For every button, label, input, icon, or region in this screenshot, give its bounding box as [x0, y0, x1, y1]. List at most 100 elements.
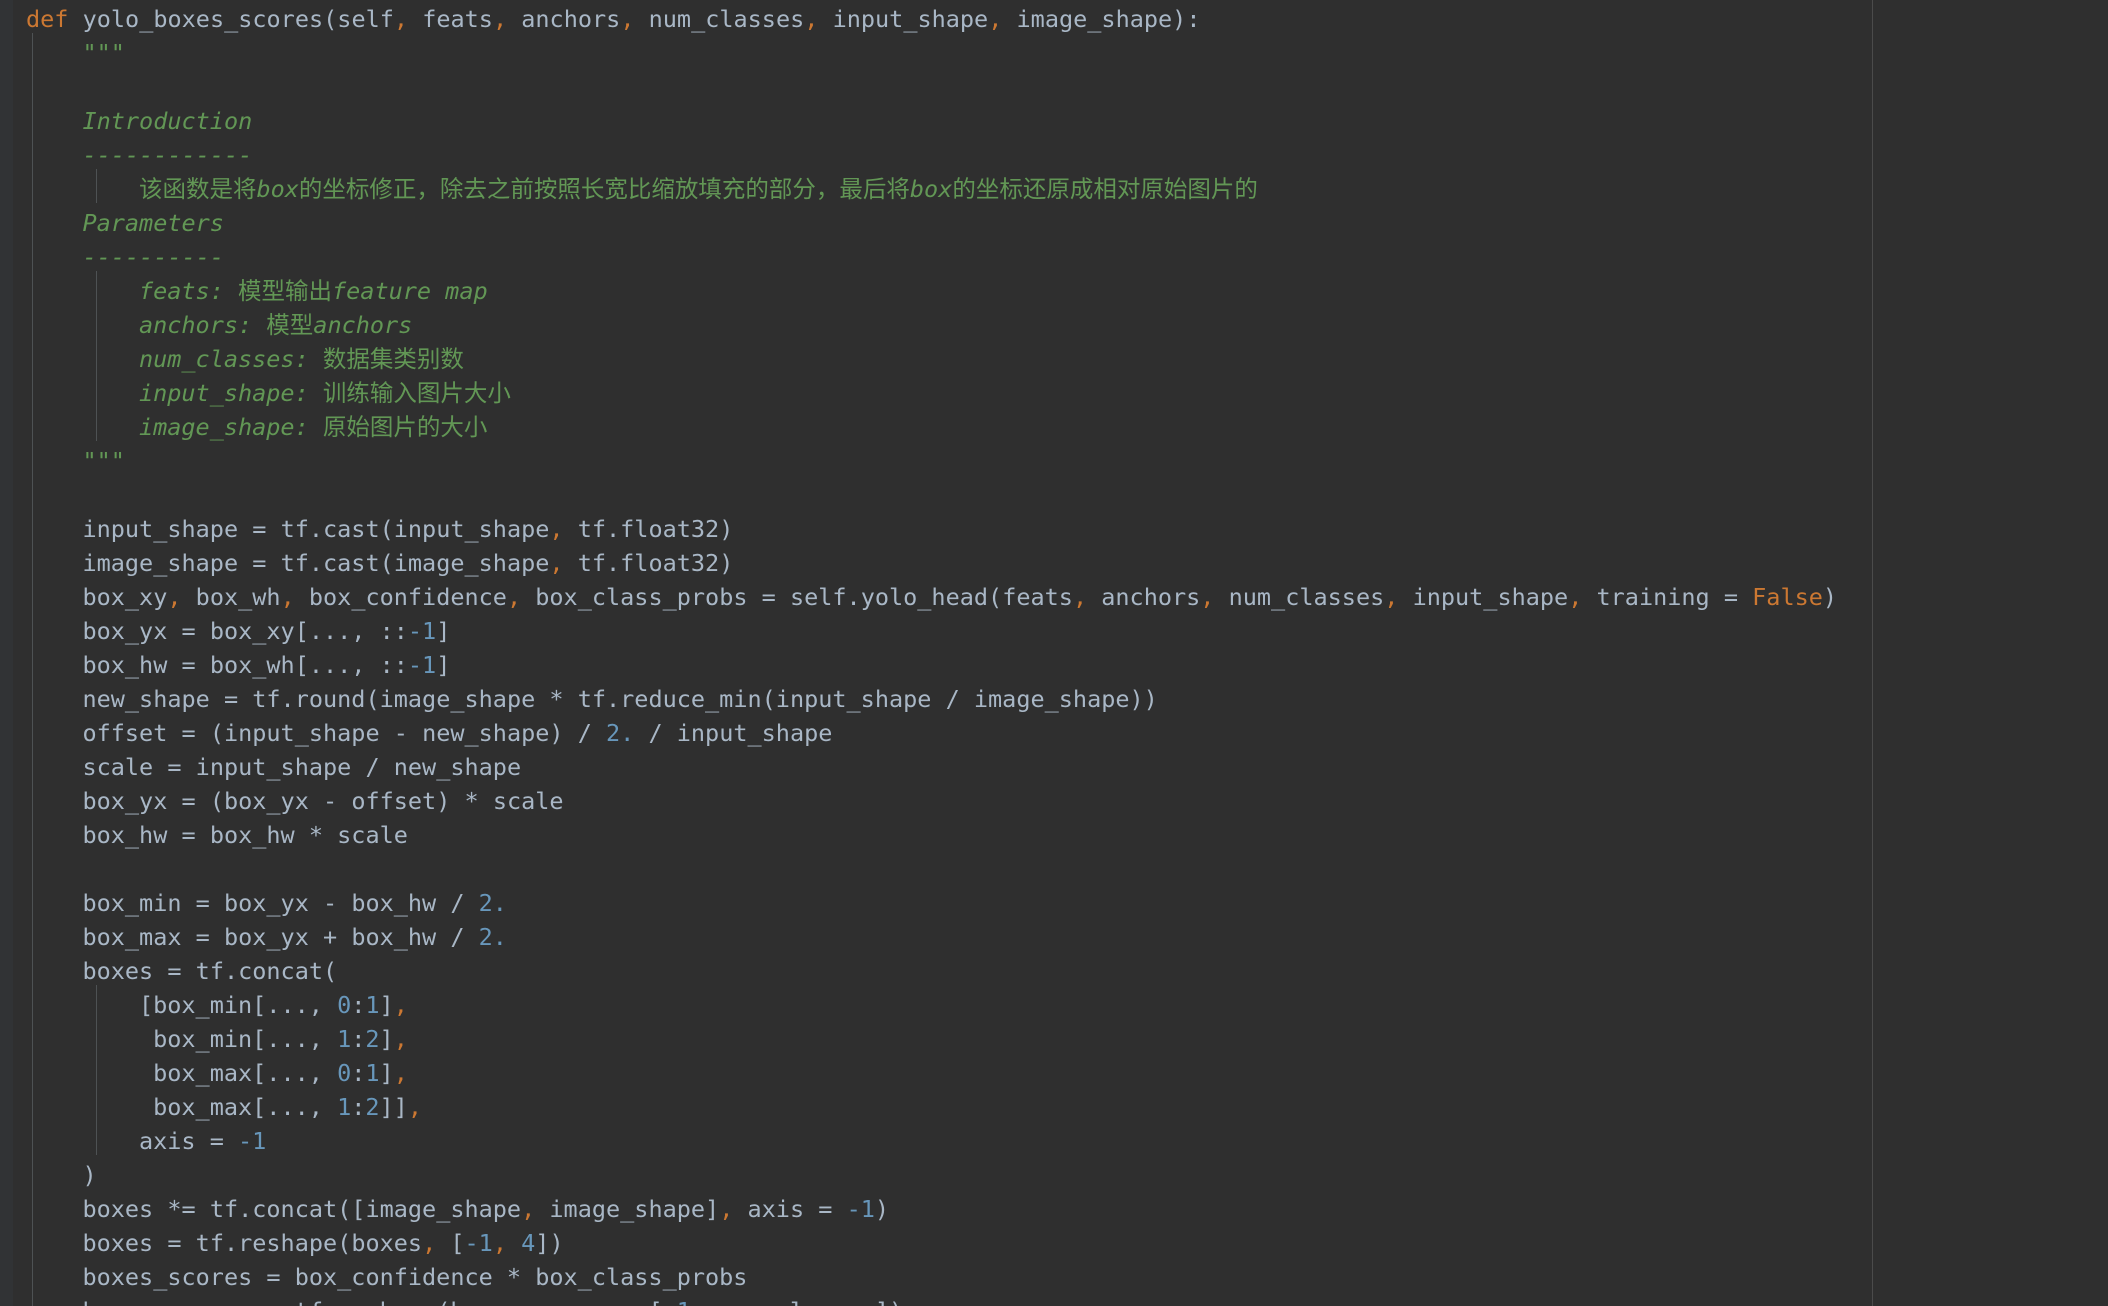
token-ident: box_hw [209, 821, 295, 849]
code-line[interactable]: box_max[..., 1:2]], [0, 1087, 1837, 1124]
code-line[interactable]: feats: 模型输出feature map [0, 271, 1837, 308]
code-line[interactable]: box_max = box_yx + box_hw / 2. [0, 917, 1837, 954]
indent-guide [32, 1291, 33, 1306]
token-ident: box_hw [82, 821, 168, 849]
token-ident: input_shape [1412, 583, 1569, 611]
code-line-text: box_max[..., 1:2]], [139, 1093, 422, 1121]
code-line-text: boxes = tf.reshape(boxes, [-1, 4]) [82, 1229, 563, 1257]
code-line[interactable]: box_min[..., 1:2], [0, 1019, 1837, 1056]
token-ident: box_yx [223, 923, 309, 951]
code-line[interactable]: box_max[..., 0:1], [0, 1053, 1837, 1090]
token-ident: box_max [153, 1059, 253, 1087]
code-line-text: boxes *= tf.concat([image_shape, image_s… [82, 1195, 889, 1223]
code-line[interactable]: boxes = tf.reshape(boxes, [-1, 4]) [0, 1223, 1837, 1260]
token-punct: ( [323, 957, 338, 985]
token-plain: = [167, 821, 210, 849]
code-line-text: box_max = box_yx + box_hw / 2. [82, 923, 506, 951]
token-ident: training [1596, 583, 1710, 611]
indent-guide [32, 33, 33, 67]
code-line[interactable]: Parameters [0, 203, 1837, 240]
token-ident: anchors [1101, 583, 1201, 611]
code-line[interactable] [0, 67, 1837, 104]
code-line[interactable]: offset = (input_shape - new_shape) / 2. … [0, 713, 1837, 750]
token-plain: = [252, 1263, 295, 1291]
token-comma: , [393, 5, 409, 33]
token-punct: )) [1129, 685, 1158, 713]
code-line[interactable]: box_xy, box_wh, box_confidence, box_clas… [0, 577, 1837, 614]
token-punct: [..., [252, 1093, 323, 1121]
code-line[interactable]: box_yx = (box_yx - offset) * scale [0, 781, 1837, 818]
code-line[interactable]: input_shape = tf.cast(input_shape, tf.fl… [0, 509, 1837, 546]
code-content[interactable]: def yolo_boxes_scores(self, feats, ancho… [0, 0, 1837, 1306]
code-line[interactable]: def yolo_boxes_scores(self, feats, ancho… [0, 2, 1837, 36]
indent-guide [32, 679, 33, 713]
token-doc: box [909, 175, 953, 203]
code-line[interactable]: num_classes: 数据集类别数 [0, 339, 1837, 376]
code-line-text: feats: 模型输出feature map [139, 277, 488, 305]
code-line[interactable]: boxes_scores = tf.reshape(boxes_scores, … [0, 1291, 1837, 1306]
code-line[interactable]: """ [0, 441, 1837, 478]
token-ident: box_yx [223, 787, 309, 815]
code-line[interactable]: ---------- [0, 237, 1837, 274]
token-comma: , [393, 1059, 408, 1087]
code-line[interactable]: ) [0, 1155, 1837, 1192]
indent-guide [32, 815, 33, 849]
code-line[interactable]: axis = -1 [0, 1121, 1837, 1158]
indent-guide [96, 1053, 97, 1087]
token-ident: tf.cast [280, 515, 380, 543]
token-comma: , [620, 1297, 634, 1306]
token-comma: , [719, 1195, 734, 1223]
indent-guide [32, 135, 33, 169]
token-ident: box_confidence [294, 1263, 493, 1291]
token-ident: box_yx [223, 889, 309, 917]
code-line[interactable]: Introduction [0, 101, 1837, 138]
code-line[interactable]: scale = input_shape / new_shape [0, 747, 1837, 784]
code-line[interactable]: image_shape: 原始图片的大小 [0, 407, 1837, 444]
token-ident: box_max [82, 923, 182, 951]
token-punct: [..., [294, 651, 366, 679]
code-line[interactable]: boxes_scores = box_confidence * box_clas… [0, 1257, 1837, 1294]
token-ident: feats [1002, 583, 1073, 611]
token-punct: : [351, 991, 366, 1019]
token-punct: :: [379, 617, 408, 645]
code-line[interactable] [0, 475, 1837, 512]
token-ident: image_shape [1016, 5, 1173, 33]
token-punct: ( [379, 515, 394, 543]
code-line[interactable]: [box_min[..., 0:1], [0, 985, 1837, 1022]
token-ident: tf.reshape [195, 1229, 338, 1257]
code-line[interactable]: box_min = box_yx - box_hw / 2. [0, 883, 1837, 920]
token-ident: image_shape [393, 549, 550, 577]
token-plain: = [1709, 583, 1753, 611]
code-editor[interactable]: def yolo_boxes_scores(self, feats, ancho… [0, 0, 2108, 1306]
code-line[interactable]: box_hw = box_wh[..., ::-1] [0, 645, 1837, 682]
code-line[interactable]: boxes *= tf.concat([image_shape, image_s… [0, 1189, 1837, 1226]
code-line[interactable]: 该函数是将box的坐标修正，除去之前按照长宽比缩放填充的部分，最后将box的坐标… [0, 169, 1837, 206]
token-cn: 的坐标还原成相对原始图片的 [952, 175, 1258, 203]
token-punct: ) [549, 719, 564, 747]
code-line[interactable]: boxes = tf.concat( [0, 951, 1837, 988]
token-punct: ] [436, 617, 451, 645]
token-ident: offset [351, 787, 437, 815]
code-line[interactable]: input_shape: 训练输入图片大小 [0, 373, 1837, 410]
code-line[interactable]: box_yx = box_xy[..., ::-1] [0, 611, 1837, 648]
token-comma: , [549, 549, 564, 577]
token-doc: feature map [332, 277, 488, 305]
token-cn: 模型输出 [238, 277, 332, 305]
code-line[interactable]: ------------ [0, 135, 1837, 172]
token-ident: boxes [82, 1229, 154, 1257]
code-line[interactable]: image_shape = tf.cast(image_shape, tf.fl… [0, 543, 1837, 580]
code-line[interactable]: box_hw = box_hw * scale [0, 815, 1837, 852]
code-line[interactable]: new_shape = tf.round(image_shape * tf.re… [0, 679, 1837, 716]
code-line[interactable]: """ [0, 33, 1837, 70]
code-line[interactable] [0, 849, 1837, 886]
code-line-text: box_xy, box_wh, box_confidence, box_clas… [82, 583, 1837, 611]
code-line-text: boxes_scores = tf.reshape(boxes_scores, … [82, 1297, 903, 1306]
code-line[interactable]: anchors: 模型anchors [0, 305, 1837, 342]
